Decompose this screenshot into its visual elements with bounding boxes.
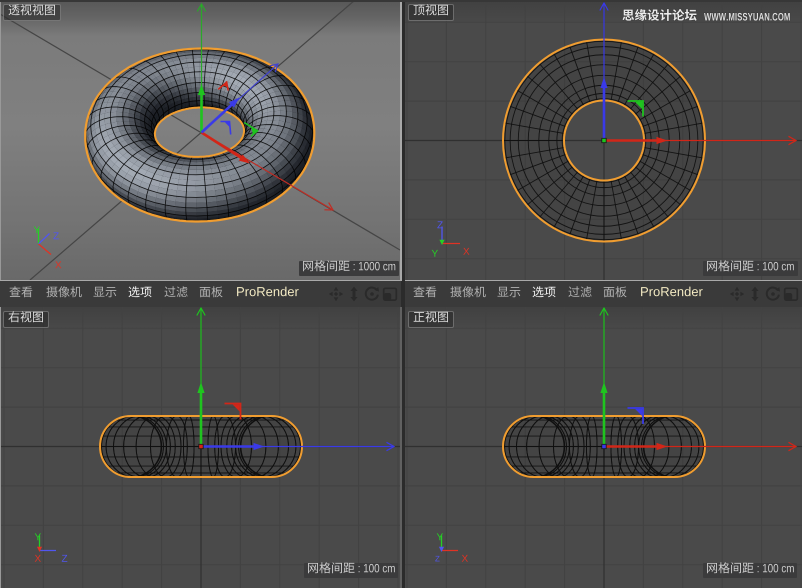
text-glyphs [532,287,556,301]
viewport-right[interactable]: 右视图 网格间距 : 100 cm [0,307,401,588]
viewport-nav-icons [729,286,802,302]
left-edge-highlight-bottom [0,307,1,588]
text-glyphs [704,12,791,25]
grid-spacing-glyphs [706,563,795,577]
right-scene [0,307,401,588]
menu-item-prorender[interactable]: ProRender [640,286,703,301]
menu-item-options[interactable]: 选项 [128,287,152,301]
viewport-label-perspective[interactable]: 透视视图 [3,4,61,21]
viewport-layout-icon[interactable] [783,286,799,302]
pan-icon[interactable] [729,286,745,302]
menu-item-prorender[interactable]: ProRender [236,286,299,301]
watermark-brand-glyphs [622,10,697,25]
viewport-label-glyphs [413,5,449,19]
grid-spacing-glyphs [302,261,396,275]
dolly-icon[interactable] [346,286,362,302]
pan-icon[interactable] [328,286,344,302]
rotate-icon[interactable] [364,286,380,302]
viewport-perspective[interactable]: 透视视图 网格间距 : 1000 cm [0,0,401,280]
viewport-layout-icon[interactable] [382,286,398,302]
viewport-top[interactable]: 顶视图 思缘设计论坛 WWW.MISSYUAN.COM 网格间距 : 100 c… [405,0,802,280]
text-glyphs [706,563,795,577]
viewport-label-glyphs [8,5,56,19]
menu-item-options[interactable]: 选项 [532,287,556,301]
text-glyphs [236,286,299,301]
watermark-site-glyphs [704,12,791,25]
viewport-menubar-left: 查看摄像机显示选项过滤面板 ProRender [0,281,401,307]
perspective-scene [0,0,401,280]
text-glyphs [302,261,396,275]
menu-item-view[interactable]: 查看 [413,287,437,301]
menu-item-panel[interactable]: 面板 [199,287,223,301]
viewport-label-right[interactable]: 右视图 [3,311,49,328]
text-glyphs [46,287,82,301]
viewport-label-top[interactable]: 顶视图 [408,4,454,21]
text-glyphs [450,287,486,301]
grid-spacing-glyphs [307,563,396,577]
viewport-label-glyphs [413,312,449,326]
text-glyphs [9,287,33,301]
rotate-icon[interactable] [765,286,781,302]
text-glyphs [622,10,697,25]
text-glyphs [413,287,437,301]
text-glyphs [93,287,117,301]
grid-spacing-badge: 网格间距 : 100 cm [703,261,798,276]
text-glyphs [413,312,449,326]
dolly-icon[interactable] [747,286,763,302]
menu-item-view[interactable]: 查看 [9,287,33,301]
front-scene [405,307,802,588]
text-glyphs [497,287,521,301]
text-glyphs [199,287,223,301]
c4d-quad-viewport-window: 透视视图 网格间距 : 1000 cm 顶视图 思缘设计论坛 WWW.MISSY… [0,0,802,588]
vertical-splitter[interactable] [402,0,405,588]
text-glyphs [413,5,449,19]
text-glyphs [8,312,44,326]
top-edge-line [0,0,802,2]
viewport-label-glyphs [8,312,44,326]
grid-spacing-badge: 网格间距 : 1000 cm [299,261,399,276]
watermark: 思缘设计论坛 WWW.MISSYUAN.COM [622,10,791,25]
menu-item-display[interactable]: 显示 [93,287,117,301]
grid-spacing-badge: 网格间距 : 100 cm [703,563,798,578]
text-glyphs [164,287,188,301]
menu-item-display[interactable]: 显示 [497,287,521,301]
text-glyphs [307,563,396,577]
text-glyphs [603,287,627,301]
text-glyphs [706,261,795,275]
menu-item-camera[interactable]: 摄像机 [450,287,486,301]
grid-spacing-badge: 网格间距 : 100 cm [304,563,399,578]
viewport-nav-icons [328,286,401,302]
viewport-menubar-right: 查看摄像机显示选项过滤面板 ProRender [405,281,802,307]
top-scene [405,0,802,280]
text-glyphs [128,287,152,301]
menu-item-panel[interactable]: 面板 [603,287,627,301]
menu-item-camera[interactable]: 摄像机 [46,287,82,301]
viewport-label-front[interactable]: 正视图 [408,311,454,328]
text-glyphs [8,5,56,19]
viewport-front[interactable]: 正视图 网格间距 : 100 cm [405,307,802,588]
left-edge-highlight-top [0,0,1,280]
text-glyphs [640,286,703,301]
text-glyphs [568,287,592,301]
menu-item-filter[interactable]: 过滤 [568,287,592,301]
menu-item-filter[interactable]: 过滤 [164,287,188,301]
grid-spacing-glyphs [706,261,795,275]
